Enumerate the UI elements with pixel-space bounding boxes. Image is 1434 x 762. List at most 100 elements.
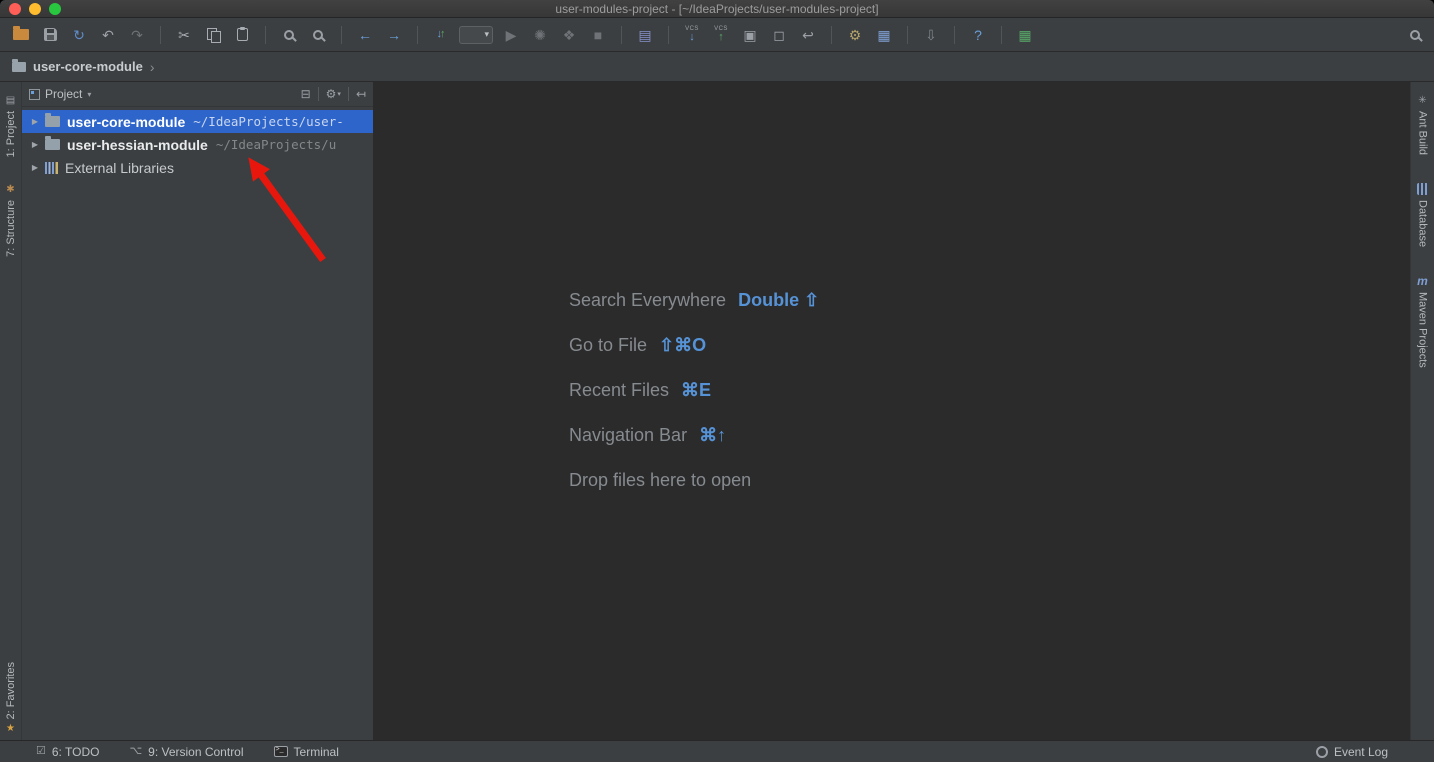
project-tab-icon [29, 89, 40, 100]
toolbar-separator [907, 26, 908, 44]
tree-row[interactable]: ▶user-hessian-module~/IdeaProjects/u [22, 133, 373, 156]
toolbar-separator [265, 26, 266, 44]
page-button[interactable]: ▤ [634, 23, 656, 47]
status-label: Event Log [1334, 745, 1388, 759]
terminal-button[interactable]: Terminal [274, 745, 339, 759]
tool-button-label: 7: Structure [5, 200, 17, 257]
run-config-combo[interactable]: ▾ [459, 23, 493, 47]
shortcut-hint: Navigation Bar⌘↑ [569, 413, 819, 458]
gear-icon[interactable]: ⚙▾ [326, 87, 341, 101]
left-tool-stripe: ▤1: Project ✱7: Structure 2: Favorites ★ [0, 82, 22, 740]
forward-button[interactable]: → [383, 23, 405, 47]
event-log-button[interactable]: Event Log [1316, 745, 1388, 759]
compare-button[interactable]: ▣ [739, 23, 761, 47]
editor-area[interactable]: Search EverywhereDouble ⇧Go to File⇧⌘ORe… [373, 82, 1410, 740]
editor-shortcuts: Search EverywhereDouble ⇧Go to File⇧⌘ORe… [569, 278, 819, 503]
separator [348, 87, 349, 101]
hide-panel-icon[interactable]: ↤ [356, 87, 366, 101]
shortcut-hint: Recent Files⌘E [569, 368, 819, 413]
left-stripe-bottom: 2: Favorites ★ [5, 662, 17, 734]
tool-button-favorites[interactable]: 2: Favorites ★ [5, 662, 17, 734]
up-arrow-icon: ↑ [440, 29, 446, 40]
status-label: 6: TODO [52, 745, 100, 759]
chevron-down-icon[interactable]: ▾ [87, 90, 91, 99]
shortcut-keys: ⇧⌘O [659, 335, 706, 356]
event-log-icon [1316, 746, 1328, 758]
shortcut-keys: Double ⇧ [738, 290, 819, 311]
status-label: 9: Version Control [148, 745, 243, 759]
shortcut-label: Recent Files [569, 380, 669, 401]
titlebar: user-modules-project - [~/IdeaProjects/u… [0, 0, 1434, 18]
expand-arrow-icon[interactable]: ▶ [28, 140, 42, 149]
folder-shape [13, 29, 29, 40]
tool-button-database[interactable]: Database [1417, 183, 1429, 247]
collapse-all-icon[interactable]: ⊟ [301, 87, 311, 101]
cut-button[interactable]: ✂ [173, 23, 195, 47]
vcs-arrow-icon: ↑ [718, 32, 724, 43]
combo-box: ▾ [459, 26, 493, 44]
tree-row[interactable]: ▶ External Libraries [22, 156, 373, 179]
magnifier-shape [1410, 30, 1420, 40]
status-label: Terminal [294, 745, 339, 759]
tree-row[interactable]: ▶user-core-module~/IdeaProjects/user- [22, 110, 373, 133]
project-structure-button[interactable]: ▦ [873, 23, 895, 47]
expand-arrow-icon[interactable]: ▶ [28, 163, 42, 172]
revert-button[interactable]: ↩ [797, 23, 819, 47]
paste-button[interactable] [231, 23, 253, 47]
search-icon[interactable] [1404, 23, 1426, 47]
replace-button[interactable] [307, 23, 329, 47]
copy-button[interactable] [202, 23, 224, 47]
download-button[interactable]: ⇩ [920, 23, 942, 47]
magnifier-shape [313, 30, 323, 40]
magnifier-shape [284, 30, 294, 40]
sort-button[interactable]: ↓↑ [430, 23, 452, 47]
chevron-down-icon: ▾ [337, 90, 341, 98]
redo-button[interactable]: ↷ [126, 23, 148, 47]
profile-button[interactable]: ❖ [558, 23, 580, 47]
version-control-icon: ⌥ [129, 746, 142, 757]
toolbar-separator [831, 26, 832, 44]
toolbar: ↻↶↷✂←→↓↑▾▶✺❖■▤VCS↓VCS↑▣◻↩⚙▦⇩?▦ [0, 18, 1434, 52]
status-right: Event Log [1316, 745, 1388, 759]
shortcut-hint: Go to File ⇧⌘O [569, 323, 819, 368]
tree-item-name: user-core-module [67, 114, 185, 130]
save-all-button[interactable] [39, 23, 61, 47]
tool-button-ant-build[interactable]: ✳Ant Build [1417, 96, 1429, 155]
run-button[interactable]: ▶ [500, 23, 522, 47]
back-button[interactable]: ← [354, 23, 376, 47]
ide-window: user-modules-project - [~/IdeaProjects/u… [0, 0, 1434, 762]
tool-button-project[interactable]: ▤1: Project [5, 96, 17, 157]
open-button[interactable] [10, 23, 32, 47]
panel-title[interactable]: Project [45, 87, 82, 101]
vcs-update-button[interactable]: VCS↓ [681, 23, 703, 47]
history-button[interactable]: ◻ [768, 23, 790, 47]
tool-button-maven-projects[interactable]: mMaven Projects [1417, 275, 1429, 368]
folder-icon [45, 116, 60, 127]
shortcut-label: Drop files here to open [569, 470, 751, 491]
star-icon: ★ [6, 724, 15, 734]
tree-item-name: External Libraries [65, 160, 174, 176]
tool-button-label: 1: Project [5, 111, 17, 157]
expand-arrow-icon[interactable]: ▶ [28, 117, 42, 126]
help-button[interactable]: ? [967, 23, 989, 47]
stop-button[interactable]: ■ [587, 23, 609, 47]
undo-button[interactable]: ↶ [97, 23, 119, 47]
coverage-button[interactable]: ✺ [529, 23, 551, 47]
tool-button-label: 2: Favorites [5, 662, 17, 719]
chevron-down-icon: ▾ [484, 30, 489, 39]
breadcrumb-item[interactable]: user-core-module [33, 59, 143, 74]
find-button[interactable] [278, 23, 300, 47]
toolbar-separator [621, 26, 622, 44]
project-tree: ▶user-core-module~/IdeaProjects/user-▶us… [22, 107, 373, 179]
plugin-button[interactable]: ▦ [1014, 23, 1036, 47]
tool-button-label: Ant Build [1417, 111, 1429, 155]
settings-button[interactable]: ⚙ [844, 23, 866, 47]
version-control-button[interactable]: ⌥ 9: Version Control [129, 745, 243, 759]
shortcut-label: Go to File [569, 335, 647, 356]
shortcut-keys: ⌘↑ [699, 425, 726, 446]
vcs-commit-button[interactable]: VCS↑ [710, 23, 732, 47]
todo-button[interactable]: ☑6: TODO [36, 745, 99, 759]
tool-button-structure[interactable]: ✱7: Structure [5, 185, 17, 257]
synchronize-button[interactable]: ↻ [68, 23, 90, 47]
vcs-arrow-icon: ↓ [689, 32, 695, 43]
